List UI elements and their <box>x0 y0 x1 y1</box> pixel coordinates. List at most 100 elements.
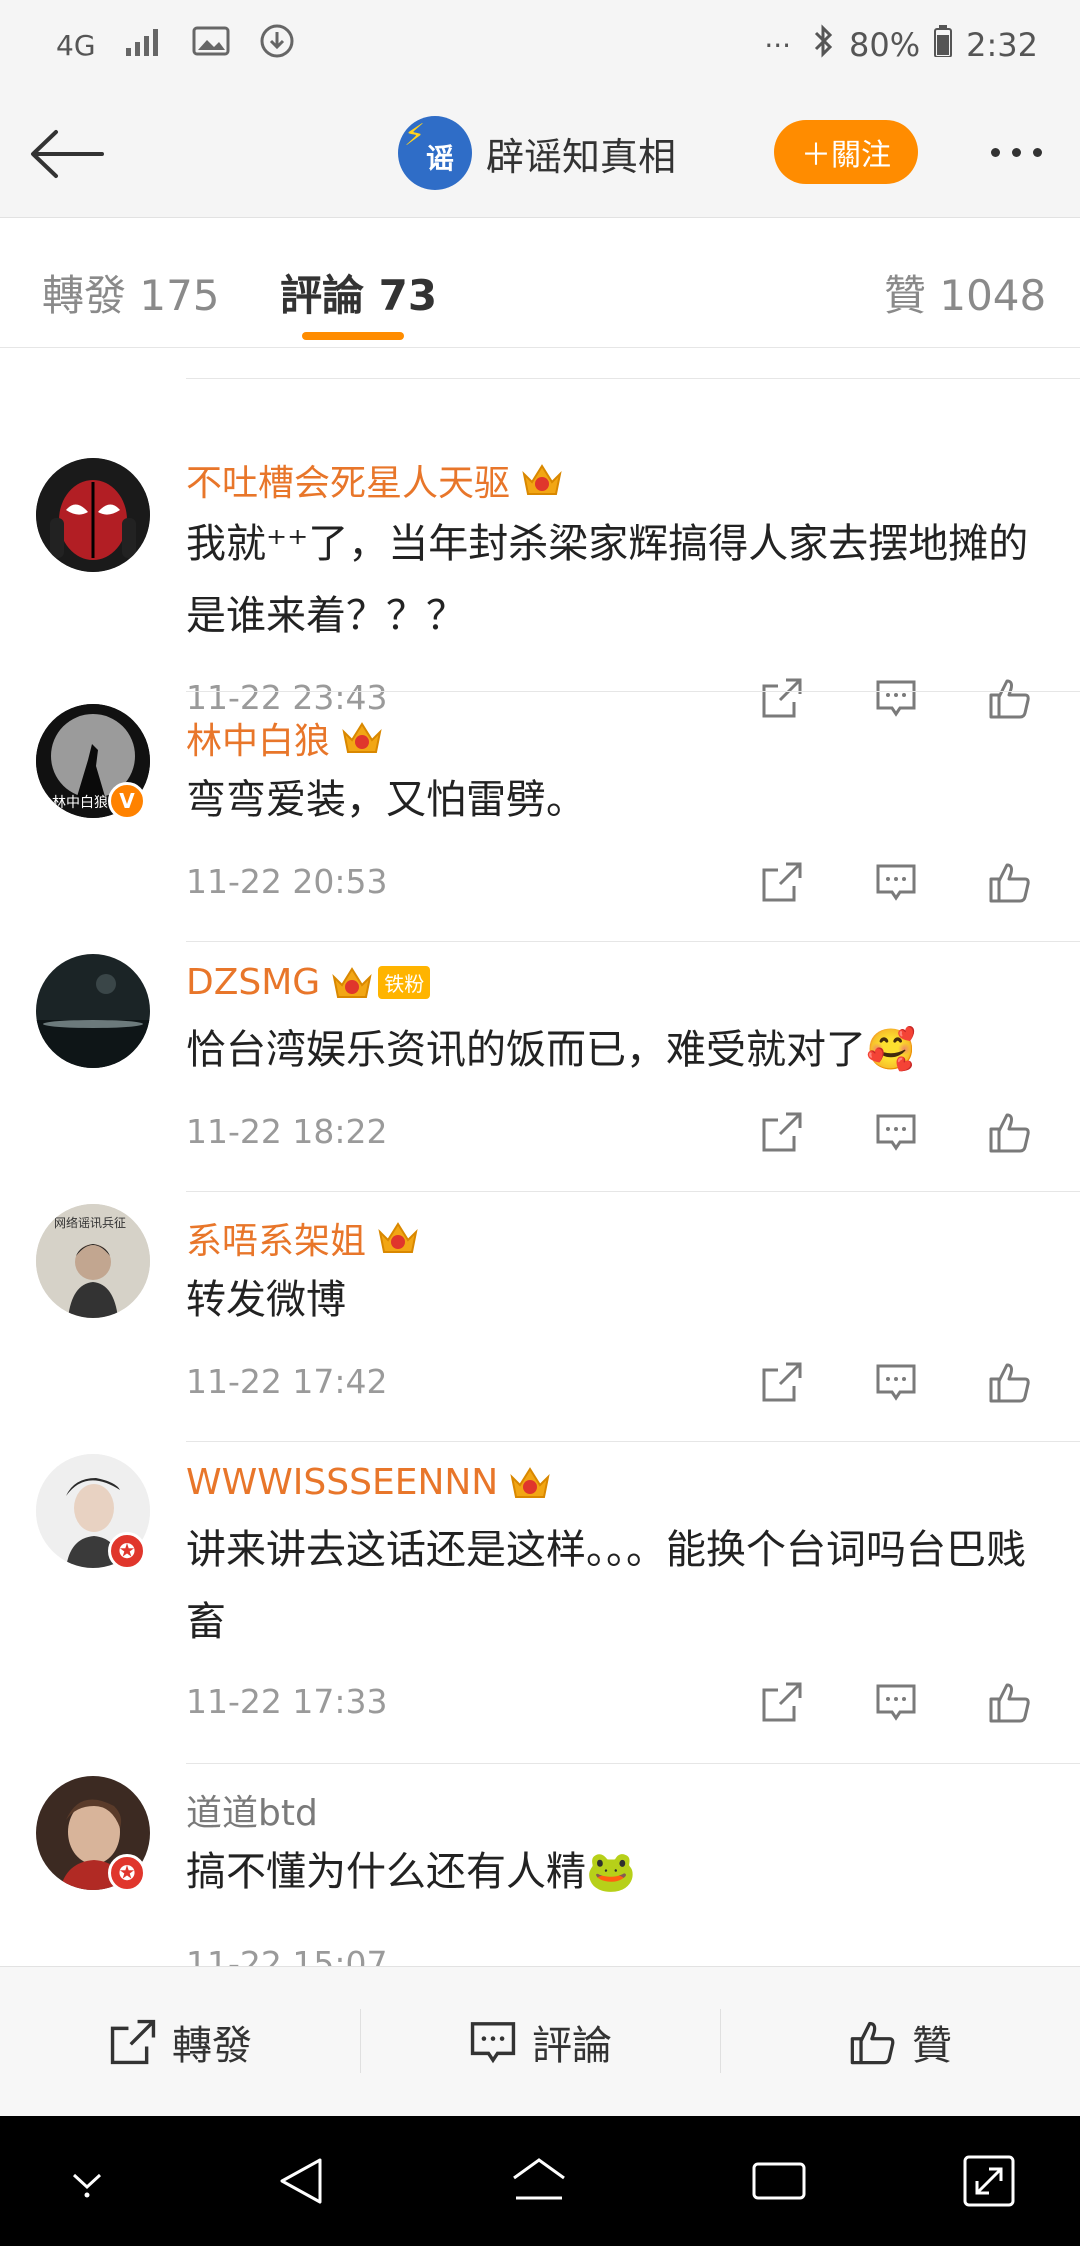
status-left: 4G <box>56 22 296 68</box>
username-text[interactable]: WWWISSSEENNN <box>186 1462 498 1503</box>
thumbs-up-icon <box>989 1683 1030 1723</box>
reply-comment-button[interactable] <box>868 1104 924 1160</box>
comment-username[interactable]: 系唔系架姐 <box>186 1212 420 1264</box>
comment-username[interactable]: DZSMG 铁粉 <box>186 962 431 1003</box>
comment-item: ✪ 道道btd 搞不懂为什么还有人精🐸 11-22 15:07 <box>0 1764 1080 1966</box>
reply-comment-button[interactable] <box>868 854 924 910</box>
verified-badge-icon: ✪ <box>108 1854 146 1892</box>
dot-icon <box>990 147 1000 157</box>
comment-time: 11-22 15:07 <box>186 1944 388 1966</box>
reply-comment-button[interactable] <box>868 1674 924 1730</box>
comment-icon <box>876 864 916 901</box>
username-text[interactable]: DZSMG <box>186 962 320 1003</box>
image-icon <box>192 25 230 65</box>
like-comment-button[interactable] <box>982 1674 1038 1730</box>
comment-text: 搞不懂为什么还有人精🐸 <box>186 1849 636 1895</box>
comment-time: 11-22 17:33 <box>186 1682 388 1721</box>
comment-icon <box>876 1114 916 1151</box>
repost-comment-button[interactable] <box>754 854 810 910</box>
comment-item: 林中白狼 V 林中白狼 弯弯爱装，又怕雷劈。 11-22 20:53 <box>0 692 1080 942</box>
comment-item: 不吐槽会死星人天驱 我就⁺⁺了，当年封杀梁家辉搞得人家去摆地摊的是谁来着？？？ … <box>0 392 1080 719</box>
comment-username[interactable]: 不吐槽会死星人天驱 <box>186 454 564 506</box>
comment-text: 弯弯爱装，又怕雷劈。 <box>186 777 586 823</box>
share-icon <box>762 1112 802 1152</box>
comment-text: 我就⁺⁺了，当年封杀梁家辉搞得人家去摆地摊的是谁来着？？？ <box>186 521 1029 639</box>
reply-comment-button[interactable] <box>868 1354 924 1410</box>
comment-icon <box>876 1684 916 1721</box>
comment-username[interactable]: 林中白狼 <box>186 712 384 764</box>
more-status-dots: ··· <box>764 28 792 62</box>
vip-crown-icon <box>340 718 384 758</box>
tab-likes[interactable]: 贊 1048 <box>884 262 1046 323</box>
avatar-caption: 林中白狼 <box>52 795 108 811</box>
comment-list[interactable]: 不吐槽会死星人天驱 我就⁺⁺了，当年封杀梁家辉搞得人家去摆地摊的是谁来着？？？ … <box>0 348 1080 1966</box>
tab-comments[interactable]: 評論 73 <box>280 262 437 323</box>
status-right: ··· 80% 2:32 <box>764 24 1038 66</box>
expand-icon <box>963 2155 1015 2207</box>
repost-button[interactable]: 轉發 <box>0 1967 360 2116</box>
hide-keyboard-button[interactable] <box>52 2146 122 2216</box>
dot-icon <box>1011 147 1021 157</box>
chevron-down-icon <box>72 2173 102 2198</box>
verified-badge-icon: V <box>108 782 146 820</box>
download-icon <box>258 22 296 68</box>
username-text[interactable]: 林中白狼 <box>186 712 330 764</box>
comment-time: 11-22 17:42 <box>186 1362 388 1401</box>
comment-icon <box>876 1364 916 1401</box>
like-comment-button[interactable] <box>982 854 1038 910</box>
username-text[interactable]: 系唔系架姐 <box>186 1212 366 1264</box>
active-tab-indicator <box>302 332 404 340</box>
comment-text: 转发微博 <box>186 1277 346 1323</box>
vip-crown-icon <box>508 1463 552 1503</box>
nav-home-button[interactable] <box>504 2146 574 2216</box>
follow-button[interactable]: ＋關注 <box>774 120 918 184</box>
nav-expand-button[interactable] <box>954 2146 1024 2216</box>
thumbs-up-icon <box>850 2021 895 2064</box>
avatar-caption: 网络谣讯兵征 <box>54 1216 127 1230</box>
more-options-button[interactable] <box>976 130 1056 174</box>
avatar[interactable] <box>36 458 150 572</box>
bluetooth-icon <box>813 24 835 66</box>
account-avatar[interactable]: ⚡ 谣 <box>398 116 472 190</box>
repost-label: 轉發 <box>172 2022 252 2069</box>
comment-time: 11-22 20:53 <box>186 862 388 901</box>
avatar[interactable] <box>36 954 150 1068</box>
account-info[interactable]: ⚡ 谣 辟谣知真相 <box>398 116 676 190</box>
like-comment-button[interactable] <box>982 1354 1038 1410</box>
divider <box>186 378 1080 379</box>
like-label: 贊 <box>912 2022 952 2069</box>
repost-comment-button[interactable] <box>754 1354 810 1410</box>
like-comment-button[interactable] <box>982 1104 1038 1160</box>
username-text[interactable]: 不吐槽会死星人天驱 <box>186 454 510 506</box>
comment-item: 网络谣讯兵征 系唔系架姐 转发微博 11-22 17:42 <box>0 1192 1080 1442</box>
vip-crown-icon <box>330 963 374 1003</box>
comment-text: 恰台湾娱乐资讯的饭而已，难受就对了🥰 <box>186 1027 916 1073</box>
thumbs-up-icon <box>989 1113 1030 1153</box>
vip-crown-icon <box>376 1218 420 1258</box>
like-button[interactable]: 贊 <box>720 1967 1080 2116</box>
fans-badge: 铁粉 <box>378 966 431 999</box>
verified-badge-icon: ✪ <box>108 1532 146 1570</box>
nav-back-button[interactable] <box>266 2146 336 2216</box>
account-avatar-text: 谣 <box>425 142 454 175</box>
repost-comment-button[interactable] <box>754 1674 810 1730</box>
username-text[interactable]: 道道btd <box>186 1784 318 1836</box>
thumbs-up-icon <box>989 1363 1030 1403</box>
repost-comment-button[interactable] <box>754 1104 810 1160</box>
comment-button[interactable]: 評論 <box>360 1967 720 2116</box>
vip-crown-icon <box>520 460 564 500</box>
back-button[interactable] <box>28 120 104 188</box>
nav-recents-button[interactable] <box>744 2146 814 2216</box>
account-name[interactable]: 辟谣知真相 <box>486 126 676 181</box>
comment-username[interactable]: 道道btd <box>186 1784 318 1836</box>
status-bar: 4G ··· 80% 2:32 <box>0 0 1080 90</box>
bottom-action-bar: 轉發 評論 贊 <box>0 1966 1080 2116</box>
comment-username[interactable]: WWWISSSEENNN <box>186 1462 552 1503</box>
thumbs-up-icon <box>989 863 1030 903</box>
comment-item: DZSMG 铁粉 恰台湾娱乐资讯的饭而已，难受就对了🥰 11-22 18:22 <box>0 942 1080 1192</box>
battery-icon <box>934 25 953 65</box>
avatar[interactable]: 网络谣讯兵征 <box>36 1204 150 1318</box>
comment-item: ✪ WWWISSSEENNN 讲来讲去这话还是这样。。。能换个台词吗台巴贱畜 1… <box>0 1442 1080 1764</box>
tab-repost[interactable]: 轉發 175 <box>42 262 220 323</box>
share-icon <box>762 1362 802 1402</box>
